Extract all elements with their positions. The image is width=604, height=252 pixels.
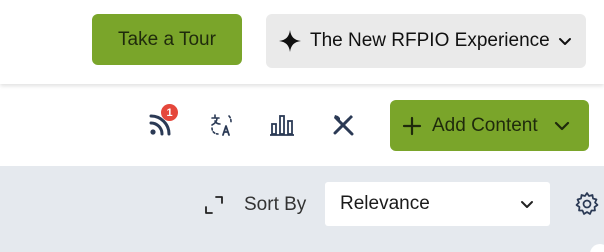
- plus-icon: [402, 116, 422, 136]
- sort-bar: Sort By Relevance: [0, 166, 604, 252]
- chevron-down-icon: [558, 34, 572, 48]
- notification-badge: 1: [161, 104, 178, 121]
- chevron-down-icon: [520, 197, 534, 211]
- rss-feed-button[interactable]: 1: [143, 104, 178, 142]
- top-header: Take a Tour The New RFPIO Experience: [0, 0, 604, 84]
- translate-icon: [209, 112, 235, 138]
- gear-icon[interactable]: [574, 191, 600, 217]
- expand-icon[interactable]: [203, 194, 225, 216]
- sort-select[interactable]: Relevance: [325, 182, 550, 226]
- add-content-button[interactable]: Add Content: [390, 100, 589, 151]
- content-toolbar: 1 Add Content: [0, 84, 604, 166]
- sparkle-icon: [278, 29, 302, 53]
- take-a-tour-label: Take a Tour: [118, 28, 216, 50]
- new-experience-label: The New RFPIO Experience: [310, 30, 550, 51]
- chevron-down-icon: [554, 118, 570, 134]
- tools-button[interactable]: [326, 108, 360, 142]
- sort-selected-value: Relevance: [340, 193, 430, 214]
- take-a-tour-button[interactable]: Take a Tour: [92, 14, 242, 65]
- new-experience-dropdown[interactable]: The New RFPIO Experience: [266, 14, 586, 68]
- add-content-label: Add Content: [432, 114, 538, 136]
- tools-icon: [330, 112, 356, 138]
- bar-chart-icon: [269, 113, 295, 137]
- analytics-button[interactable]: [265, 108, 299, 142]
- translate-button[interactable]: [205, 108, 239, 142]
- sort-by-label: Sort By: [244, 194, 307, 215]
